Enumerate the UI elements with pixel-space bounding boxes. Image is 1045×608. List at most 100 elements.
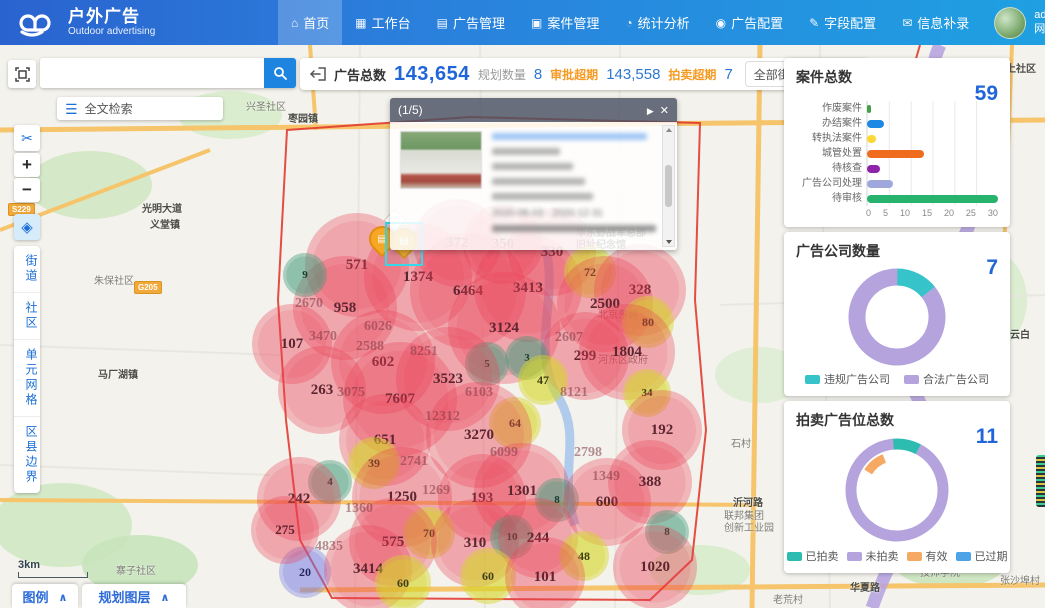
nav-item-字段配置[interactable]: ✎字段配置	[796, 0, 889, 45]
avatar[interactable]	[994, 7, 1026, 39]
scroll-up-icon[interactable]	[666, 128, 672, 132]
nav-item-首页[interactable]: ⌂首页	[278, 0, 342, 45]
cases-panel: 案件总数 59 作废案件办结案件转执法案件城管处置待核查广告公司处理待审核 05…	[784, 58, 1010, 227]
nav-item-工作台[interactable]: ▦工作台	[342, 0, 423, 45]
cluster-bubble[interactable]: 101	[505, 537, 585, 608]
nav-item-广告管理[interactable]: ▤广告管理	[424, 0, 518, 45]
donut-segment-未拍卖[interactable]	[841, 434, 953, 546]
cluster-bubble[interactable]: 9	[283, 253, 327, 297]
bar-广告公司处理[interactable]	[867, 180, 893, 188]
grid-icon: ▦	[355, 16, 366, 30]
cluster-count: 2798	[574, 445, 602, 461]
legend-item-未拍卖[interactable]: 未拍卖	[847, 548, 899, 564]
cluster-count: 2670	[295, 296, 323, 312]
legend-item-合法广告公司[interactable]: 合法广告公司	[904, 371, 989, 387]
total-ads-label: 广告总数	[334, 65, 386, 84]
popup-pager: (1/5)	[398, 103, 423, 117]
scroll-thumb[interactable]	[665, 165, 672, 207]
zoom-in-button[interactable]: +	[14, 153, 40, 177]
home-icon: ⌂	[291, 16, 298, 30]
fulltext-search-button[interactable]: ☰ 全文检索	[57, 97, 223, 120]
legend-item-已拍卖[interactable]: 已拍卖	[787, 548, 839, 564]
map-place-label: 寨子社区	[116, 566, 156, 578]
map-place-label: 光明大道	[142, 204, 182, 216]
cluster-bubble[interactable]: 1020	[613, 525, 697, 608]
collapse-panel-icon[interactable]	[310, 67, 326, 81]
bar-城管处置[interactable]	[867, 150, 924, 158]
road-badge: G205	[134, 281, 162, 294]
auction-title: 拍卖广告位总数	[796, 410, 998, 430]
cluster-bubble[interactable]: 60	[375, 555, 431, 608]
layer-toggle-group: 街道社区单元网格区县边界	[14, 246, 40, 493]
legend-item-已过期[interactable]: 已过期	[956, 548, 1008, 564]
legend-item-有效[interactable]: 有效	[907, 548, 948, 564]
auction-total: 11	[976, 425, 998, 449]
map-place-label: 石村	[731, 439, 751, 451]
donut-segment-合法广告公司[interactable]	[845, 265, 949, 369]
billboard-photo[interactable]	[400, 131, 482, 189]
layer-button-区县边界[interactable]: 区县边界	[14, 417, 40, 493]
nav-item-信息补录[interactable]: ✉信息补录	[889, 0, 982, 45]
blurred-date: 2020-08-03 - 2020-12-31	[492, 208, 661, 219]
search-button[interactable]	[264, 58, 296, 88]
map-place-label: 联邦集团 创新工业园	[724, 511, 774, 534]
chevron-up-icon	[161, 589, 170, 604]
companies-legend: 违规广告公司合法广告公司	[796, 371, 998, 387]
extent-select-button[interactable]	[8, 60, 36, 88]
companies-donut-chart	[845, 265, 949, 369]
bar-待核查[interactable]	[867, 165, 880, 173]
dashboard-panels: 案件总数 59 作废案件办结案件转执法案件城管处置待核查广告公司处理待审核 05…	[784, 58, 1010, 573]
cluster-bubble[interactable]: 388	[608, 440, 692, 524]
cluster-count: 12312	[425, 409, 460, 425]
mini-legend-widget[interactable]	[1036, 455, 1045, 507]
cluster-count: 4835	[315, 539, 343, 555]
next-icon[interactable]	[647, 103, 654, 117]
layer-button-社区[interactable]: 社区	[14, 293, 40, 340]
blurred-line	[492, 193, 593, 200]
legend-swatch	[907, 552, 922, 561]
legend-panel-label: 图例	[23, 587, 49, 606]
close-icon[interactable]	[660, 103, 669, 117]
scroll-down-icon[interactable]	[666, 240, 672, 244]
pie-icon: ◔	[625, 16, 632, 30]
auction-legend: 已拍卖未拍卖有效已过期	[796, 548, 998, 564]
blurred-line	[492, 163, 573, 170]
measure-scissors-button[interactable]: ✂	[14, 125, 40, 151]
folder-icon: ▣	[531, 16, 542, 30]
plan-layer-panel-toggle[interactable]: 规划图层	[82, 584, 186, 608]
layer-button-单元网格[interactable]: 单元网格	[14, 340, 40, 417]
cluster-count: 8121	[560, 385, 588, 401]
bar-category-label: 待核查	[796, 161, 862, 176]
bar-待审核[interactable]	[867, 195, 998, 203]
bar-办结案件[interactable]	[867, 120, 884, 128]
map-place-label: 义堂镇	[150, 220, 180, 232]
legend-swatch	[787, 552, 802, 561]
auction-overdue-value: 7	[724, 66, 732, 83]
cluster-count: 2607	[555, 330, 583, 346]
bar-category-label: 作废案件	[796, 101, 862, 116]
cluster-count: 1360	[345, 501, 373, 517]
popup-header: (1/5)	[390, 98, 677, 122]
map-place-label: 兴圣社区	[246, 102, 286, 114]
bar-作废案件[interactable]	[867, 105, 871, 113]
map-place-label: 马厂湖镇	[98, 370, 138, 382]
cluster-bubble[interactable]: 275	[251, 496, 319, 564]
bar-category-label: 办结案件	[796, 116, 862, 131]
zoom-out-button[interactable]: −	[14, 178, 40, 202]
cluster-count: 1349	[592, 469, 620, 485]
megaphone-icon: ▤	[437, 16, 448, 30]
x-axis-ticks: 051015202530	[866, 208, 998, 218]
legend-panel-toggle[interactable]: 图例	[12, 584, 78, 608]
search-input[interactable]	[40, 58, 264, 88]
bar-转执法案件[interactable]	[867, 135, 876, 143]
map-place-label: 枣园镇	[288, 114, 318, 126]
nav-item-案件管理[interactable]: ▣案件管理	[518, 0, 612, 45]
legend-item-违规广告公司[interactable]: 违规广告公司	[805, 371, 890, 387]
layer-button-街道[interactable]: 街道	[14, 246, 40, 293]
nav-item-广告配置[interactable]: ◉广告配置	[703, 0, 797, 45]
nav-item-统计分析[interactable]: ◔统计分析	[612, 0, 702, 45]
popup-scrollbar[interactable]	[662, 125, 675, 247]
layers-button[interactable]: ◈	[14, 214, 40, 240]
map-place-label: 张沙埠村	[1000, 576, 1040, 588]
bar-category-label: 待审核	[796, 191, 862, 206]
